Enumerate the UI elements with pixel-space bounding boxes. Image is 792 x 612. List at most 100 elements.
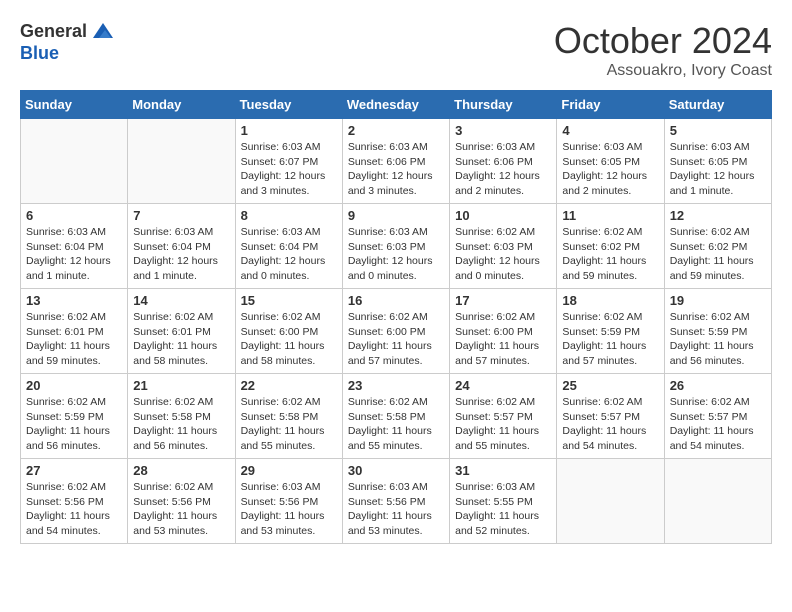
calendar-cell: 25Sunrise: 6:02 AMSunset: 5:57 PMDayligh… xyxy=(557,374,664,459)
calendar-week-1: 1 Sunrise: 6:03 AMSunset: 6:07 PMDaylight… xyxy=(21,119,772,204)
day-info: Sunrise: 6:02 AMSunset: 5:56 PMDaylight:… xyxy=(26,480,122,539)
calendar-cell: 14 Sunrise: 6:02 AMSunset: 6:01 PMDayligh… xyxy=(128,289,235,374)
calendar-cell: 3 Sunrise: 6:03 AMSunset: 6:06 PMDaylight… xyxy=(450,119,557,204)
day-info: Sunrise: 6:02 AMSunset: 6:01 PMDaylight:… xyxy=(133,310,229,369)
day-number: 22 xyxy=(241,378,337,393)
day-info: Sunrise: 6:03 AMSunset: 6:06 PMDaylight:… xyxy=(455,140,551,199)
day-info: Sunrise: 6:02 AMSunset: 5:58 PMDaylight:… xyxy=(348,395,444,454)
calendar-table: SundayMondayTuesdayWednesdayThursdayFrid… xyxy=(20,90,772,544)
calendar-header-wednesday: Wednesday xyxy=(342,91,449,119)
day-number: 17 xyxy=(455,293,551,308)
day-info: Sunrise: 6:02 AMSunset: 5:57 PMDaylight:… xyxy=(455,395,551,454)
day-info: Sunrise: 6:03 AMSunset: 6:04 PMDaylight:… xyxy=(133,225,229,284)
calendar-cell: 22Sunrise: 6:02 AMSunset: 5:58 PMDayligh… xyxy=(235,374,342,459)
calendar-cell xyxy=(21,119,128,204)
day-number: 9 xyxy=(348,208,444,223)
calendar-cell: 31 Sunrise: 6:03 AMSunset: 5:55 PMDayligh… xyxy=(450,459,557,544)
day-info: Sunrise: 6:03 AMSunset: 6:06 PMDaylight:… xyxy=(348,140,444,199)
day-number: 2 xyxy=(348,123,444,138)
day-info: Sunrise: 6:02 AMSunset: 6:01 PMDaylight:… xyxy=(26,310,122,369)
month-title: October 2024 xyxy=(554,20,772,62)
day-info: Sunrise: 6:02 AMSunset: 5:58 PMDaylight:… xyxy=(133,395,229,454)
day-number: 28 xyxy=(133,463,229,478)
day-info: Sunrise: 6:02 AMSunset: 6:02 PMDaylight:… xyxy=(670,225,766,284)
logo-icon xyxy=(91,20,115,44)
calendar-cell: 19 Sunrise: 6:02 AMSunset: 5:59 PMDayligh… xyxy=(664,289,771,374)
day-number: 21 xyxy=(133,378,229,393)
calendar-cell: 11Sunrise: 6:02 AMSunset: 6:02 PMDayligh… xyxy=(557,204,664,289)
day-info: Sunrise: 6:02 AMSunset: 5:59 PMDaylight:… xyxy=(26,395,122,454)
logo-general-text: General xyxy=(20,22,87,42)
day-number: 5 xyxy=(670,123,766,138)
day-number: 24 xyxy=(455,378,551,393)
day-number: 1 xyxy=(241,123,337,138)
day-info: Sunrise: 6:02 AMSunset: 5:57 PMDaylight:… xyxy=(670,395,766,454)
calendar-header-tuesday: Tuesday xyxy=(235,91,342,119)
calendar-cell: 4Sunrise: 6:03 AMSunset: 6:05 PMDaylight… xyxy=(557,119,664,204)
calendar-cell: 2 Sunrise: 6:03 AMSunset: 6:06 PMDaylight… xyxy=(342,119,449,204)
calendar-cell: 24 Sunrise: 6:02 AMSunset: 5:57 PMDayligh… xyxy=(450,374,557,459)
day-info: Sunrise: 6:03 AMSunset: 6:03 PMDaylight:… xyxy=(348,225,444,284)
logo: General Blue xyxy=(20,20,115,64)
day-number: 14 xyxy=(133,293,229,308)
day-number: 29 xyxy=(241,463,337,478)
day-number: 27 xyxy=(26,463,122,478)
day-number: 16 xyxy=(348,293,444,308)
day-number: 3 xyxy=(455,123,551,138)
day-number: 30 xyxy=(348,463,444,478)
page-header: General Blue October 2024 Assouakro, Ivo… xyxy=(20,20,772,80)
day-number: 31 xyxy=(455,463,551,478)
day-info: Sunrise: 6:03 AMSunset: 6:04 PMDaylight:… xyxy=(26,225,122,284)
day-number: 20 xyxy=(26,378,122,393)
calendar-cell: 23 Sunrise: 6:02 AMSunset: 5:58 PMDayligh… xyxy=(342,374,449,459)
day-info: Sunrise: 6:02 AMSunset: 5:57 PMDaylight:… xyxy=(562,395,658,454)
calendar-cell xyxy=(664,459,771,544)
day-number: 10 xyxy=(455,208,551,223)
calendar-cell: 27 Sunrise: 6:02 AMSunset: 5:56 PMDayligh… xyxy=(21,459,128,544)
calendar-cell: 21 Sunrise: 6:02 AMSunset: 5:58 PMDayligh… xyxy=(128,374,235,459)
calendar-cell: 1 Sunrise: 6:03 AMSunset: 6:07 PMDaylight… xyxy=(235,119,342,204)
day-info: Sunrise: 6:03 AMSunset: 5:55 PMDaylight:… xyxy=(455,480,551,539)
day-number: 4 xyxy=(562,123,658,138)
day-info: Sunrise: 6:02 AMSunset: 5:59 PMDaylight:… xyxy=(670,310,766,369)
calendar-header-thursday: Thursday xyxy=(450,91,557,119)
logo-blue-text: Blue xyxy=(20,44,115,64)
day-number: 23 xyxy=(348,378,444,393)
day-info: Sunrise: 6:03 AMSunset: 5:56 PMDaylight:… xyxy=(348,480,444,539)
calendar-week-2: 6Sunrise: 6:03 AMSunset: 6:04 PMDaylight… xyxy=(21,204,772,289)
calendar-header-row: SundayMondayTuesdayWednesdayThursdayFrid… xyxy=(21,91,772,119)
calendar-cell: 15Sunrise: 6:02 AMSunset: 6:00 PMDayligh… xyxy=(235,289,342,374)
day-info: Sunrise: 6:03 AMSunset: 6:04 PMDaylight:… xyxy=(241,225,337,284)
day-number: 13 xyxy=(26,293,122,308)
day-info: Sunrise: 6:02 AMSunset: 6:02 PMDaylight:… xyxy=(562,225,658,284)
calendar-cell: 18Sunrise: 6:02 AMSunset: 5:59 PMDayligh… xyxy=(557,289,664,374)
calendar-cell: 17 Sunrise: 6:02 AMSunset: 6:00 PMDayligh… xyxy=(450,289,557,374)
calendar-cell: 12 Sunrise: 6:02 AMSunset: 6:02 PMDayligh… xyxy=(664,204,771,289)
day-info: Sunrise: 6:02 AMSunset: 6:03 PMDaylight:… xyxy=(455,225,551,284)
day-number: 7 xyxy=(133,208,229,223)
day-number: 15 xyxy=(241,293,337,308)
day-number: 8 xyxy=(241,208,337,223)
day-number: 12 xyxy=(670,208,766,223)
calendar-cell: 5 Sunrise: 6:03 AMSunset: 6:05 PMDaylight… xyxy=(664,119,771,204)
day-info: Sunrise: 6:03 AMSunset: 6:07 PMDaylight:… xyxy=(241,140,337,199)
calendar-week-3: 13 Sunrise: 6:02 AMSunset: 6:01 PMDayligh… xyxy=(21,289,772,374)
day-number: 26 xyxy=(670,378,766,393)
calendar-cell: 16 Sunrise: 6:02 AMSunset: 6:00 PMDayligh… xyxy=(342,289,449,374)
calendar-cell: 20 Sunrise: 6:02 AMSunset: 5:59 PMDayligh… xyxy=(21,374,128,459)
calendar-cell: 8 Sunrise: 6:03 AMSunset: 6:04 PMDaylight… xyxy=(235,204,342,289)
calendar-cell: 9 Sunrise: 6:03 AMSunset: 6:03 PMDaylight… xyxy=(342,204,449,289)
location: Assouakro, Ivory Coast xyxy=(554,62,772,80)
day-info: Sunrise: 6:02 AMSunset: 5:59 PMDaylight:… xyxy=(562,310,658,369)
calendar-header-monday: Monday xyxy=(128,91,235,119)
calendar-week-4: 20 Sunrise: 6:02 AMSunset: 5:59 PMDayligh… xyxy=(21,374,772,459)
day-info: Sunrise: 6:02 AMSunset: 6:00 PMDaylight:… xyxy=(455,310,551,369)
day-info: Sunrise: 6:02 AMSunset: 6:00 PMDaylight:… xyxy=(348,310,444,369)
day-info: Sunrise: 6:03 AMSunset: 6:05 PMDaylight:… xyxy=(670,140,766,199)
calendar-cell: 29Sunrise: 6:03 AMSunset: 5:56 PMDayligh… xyxy=(235,459,342,544)
calendar-cell: 26 Sunrise: 6:02 AMSunset: 5:57 PMDayligh… xyxy=(664,374,771,459)
day-number: 19 xyxy=(670,293,766,308)
calendar-cell: 10 Sunrise: 6:02 AMSunset: 6:03 PMDayligh… xyxy=(450,204,557,289)
calendar-cell: 6Sunrise: 6:03 AMSunset: 6:04 PMDaylight… xyxy=(21,204,128,289)
calendar-header-saturday: Saturday xyxy=(664,91,771,119)
